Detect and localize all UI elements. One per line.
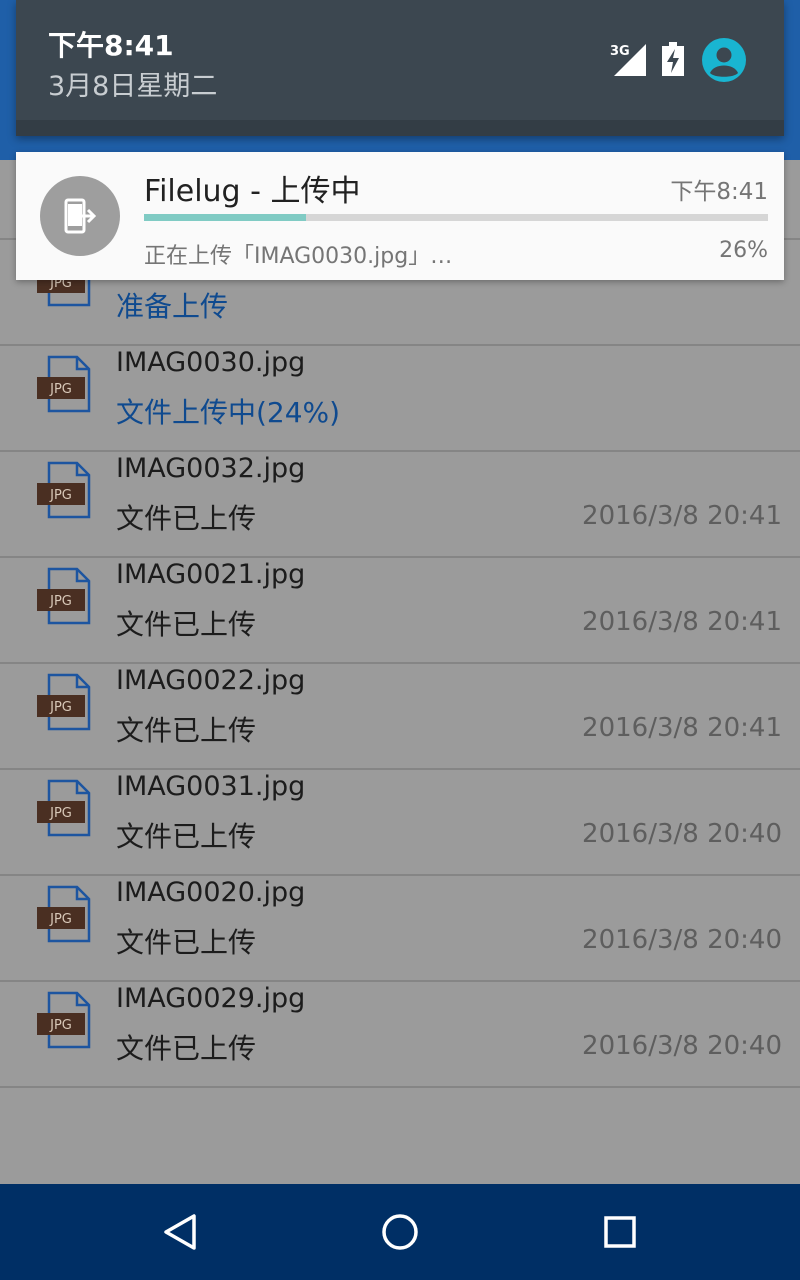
- file-time: 2016/3/8 20:40: [582, 819, 782, 849]
- upload-phone-icon: [40, 176, 120, 256]
- notification-time: 下午8:41: [670, 179, 768, 205]
- file-time: 2016/3/8 20:40: [582, 1031, 782, 1061]
- file-status: 文件已上传: [116, 714, 257, 747]
- file-status: 准备上传: [116, 290, 229, 323]
- account-icon[interactable]: [702, 38, 746, 82]
- file-time: 2016/3/8 20:41: [582, 713, 782, 743]
- navigation-bar: [0, 1184, 800, 1280]
- jpg-file-icon: JPG: [37, 461, 91, 519]
- list-item[interactable]: JPG IMAG0032.jpg 文件已上传 2016/3/8 20:41: [0, 451, 800, 558]
- battery-charging-icon: [662, 42, 684, 76]
- upload-progress-bar: [144, 214, 768, 221]
- file-status: 文件已上传: [116, 502, 257, 535]
- jpg-file-icon: JPG: [37, 567, 91, 625]
- notification-percent: 26%: [719, 238, 768, 263]
- network-label: 3G: [610, 44, 630, 59]
- file-time: 2016/3/8 20:41: [582, 501, 782, 531]
- recents-icon[interactable]: [596, 1208, 644, 1256]
- file-type-label: JPG: [49, 594, 72, 609]
- jpg-file-icon: JPG: [37, 779, 91, 837]
- list-item[interactable]: JPG IMAG0031.jpg 文件已上传 2016/3/8 20:40: [0, 769, 800, 876]
- file-status: 文件上传中(24%): [116, 396, 341, 429]
- shade-date[interactable]: 3月8日星期二: [48, 64, 217, 103]
- jpg-file-icon: JPG: [37, 355, 91, 413]
- file-status: 文件已上传: [116, 608, 257, 641]
- file-time: 2016/3/8 20:41: [582, 607, 782, 637]
- list-item[interactable]: JPG IMAG0020.jpg 文件已上传 2016/3/8 20:40: [0, 875, 800, 982]
- file-list[interactable]: JPGIMAG0019.jpg准备上传JPGIMAG0028.jpg准备上传JP…: [0, 160, 800, 1184]
- jpg-file-icon: JPG: [37, 991, 91, 1049]
- file-name: IMAG0030.jpg: [116, 347, 306, 378]
- file-name: IMAG0032.jpg: [116, 453, 306, 484]
- file-name: IMAG0021.jpg: [116, 559, 306, 590]
- upload-progress-fill: [144, 214, 307, 221]
- jpg-file-icon: JPG: [37, 673, 91, 731]
- shade-time: 下午8:41: [48, 29, 174, 62]
- file-time: 2016/3/8 20:40: [582, 925, 782, 955]
- file-type-label: JPG: [49, 488, 72, 503]
- shade-divider: [16, 120, 784, 136]
- upload-notification[interactable]: Filelug - 上传中 下午8:41 正在上传「IMAG0030.jpg」……: [16, 152, 784, 280]
- notification-shade-header: 下午8:41 3月8日星期二 3G: [16, 0, 784, 136]
- home-icon[interactable]: [376, 1208, 424, 1256]
- file-type-label: JPG: [49, 1018, 72, 1033]
- file-status: 文件已上传: [116, 1032, 257, 1065]
- file-status: 文件已上传: [116, 926, 257, 959]
- file-status: 文件已上传: [116, 820, 257, 853]
- file-name: IMAG0029.jpg: [116, 983, 306, 1014]
- list-item[interactable]: JPG IMAG0021.jpg 文件已上传 2016/3/8 20:41: [0, 557, 800, 664]
- file-name: IMAG0031.jpg: [116, 771, 306, 802]
- notification-title: Filelug - 上传中: [144, 174, 361, 209]
- file-name: IMAG0020.jpg: [116, 877, 306, 908]
- file-type-label: JPG: [49, 806, 72, 821]
- list-item[interactable]: JPG IMAG0029.jpg 文件已上传 2016/3/8 20:40: [0, 981, 800, 1088]
- notification-text: 正在上传「IMAG0030.jpg」…: [144, 244, 453, 269]
- file-name: IMAG0022.jpg: [116, 665, 306, 696]
- file-type-label: JPG: [49, 700, 72, 715]
- list-item[interactable]: JPG IMAG0022.jpg 文件已上传 2016/3/8 20:41: [0, 663, 800, 770]
- back-icon[interactable]: [156, 1208, 204, 1256]
- file-type-label: JPG: [49, 912, 72, 927]
- jpg-file-icon: JPG: [37, 885, 91, 943]
- list-item[interactable]: JPG IMAG0030.jpg 文件上传中(24%): [0, 345, 800, 452]
- file-type-label: JPG: [49, 382, 72, 397]
